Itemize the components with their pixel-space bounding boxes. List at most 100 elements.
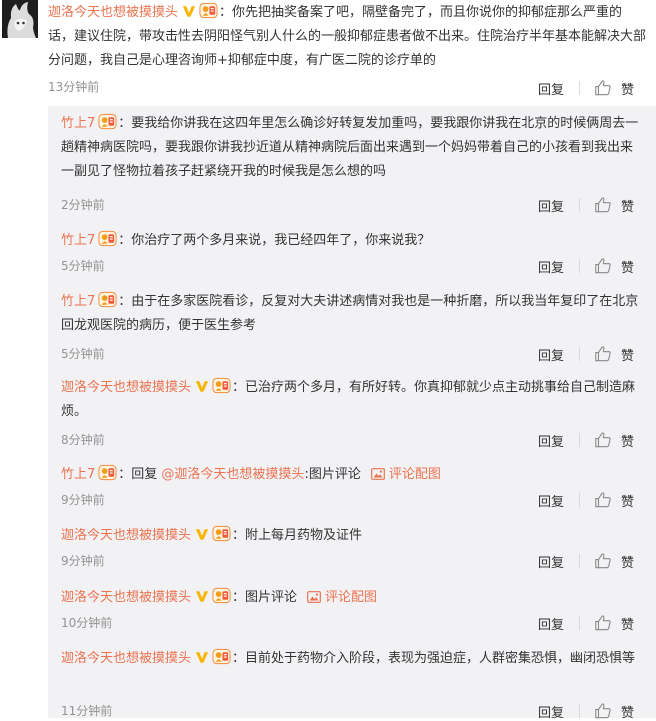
timestamp: 9分钟前 [61,554,105,568]
fan-badge-icon [98,291,117,308]
reply-list: 竹上7 ：要我给你讲我在这四年里怎么确诊好转复发加重吗，要我跟你讲我在北京的时候俩… [48,106,656,721]
like-icon[interactable] [594,196,612,213]
timestamp: 8分钟前 [61,433,105,447]
like-button[interactable]: 赞 [621,257,634,276]
username-link[interactable]: 迦洛今天也想被摸摸头 [48,5,178,20]
timestamp: 13分钟前 [48,80,100,94]
mention-link[interactable]: @迦洛今天也想被摸摸头 [161,467,304,482]
like-icon[interactable] [594,257,612,274]
main-comment: 迦洛今天也想被摸摸头 ：你先把抽奖备案了吧，隔壁备完了，而且你说你的抑郁症那么严重… [0,0,656,100]
like-button[interactable]: 赞 [621,431,634,450]
username-link[interactable]: 竹上7 [61,233,95,248]
reply-prefix: ：回复 [118,467,162,482]
reply-item: 迦洛今天也想被摸摸头 ：已治疗两个多月，有所好转。你真抑郁就少点主动挑事给自己制造… [48,376,656,452]
fan-badge-icon [98,464,117,481]
like-icon[interactable] [594,431,612,448]
username-link[interactable]: 竹上7 [61,467,95,482]
like-icon[interactable] [594,345,612,362]
fan-badge-icon [98,230,117,247]
reply-button[interactable]: 回复 [538,552,564,571]
timestamp: 5分钟前 [61,259,105,273]
like-button[interactable]: 赞 [621,196,634,215]
verified-v-icon [195,380,209,393]
reply-item: 迦洛今天也想被摸摸头 ：图片评论 评论配图 10分钟前 回复 赞 [48,586,656,638]
action-divider [579,554,580,568]
reply-text: 竹上7 ：你治疗了两个多月来说，我已经四年了，你来说我？ [61,229,641,253]
reply-button[interactable]: 回复 [538,79,564,98]
reply-item: 竹上7 ：要我给你讲我在这四年里怎么确诊好转复发加重吗，要我跟你讲我在北京的时候俩… [48,112,656,215]
verified-v-icon [195,528,209,541]
like-button[interactable]: 赞 [621,614,634,633]
action-divider [579,616,580,630]
reply-item: 竹上7 ：回复 @迦洛今天也想被摸摸头:图片评论 评论配图 9分钟前 回复 赞 [48,463,656,515]
like-button[interactable]: 赞 [621,552,634,571]
verified-v-icon [195,651,209,664]
reply-content: ：目前处于药物介入阶段，表现为强迫症，人群密集恐惧，幽闭恐惧等 [232,651,636,666]
comment-image-link[interactable]: 评论配图 [389,467,441,482]
like-icon[interactable] [594,79,612,96]
reply-prefix: ：图片评论 [232,590,298,605]
reply-button[interactable]: 回复 [538,614,564,633]
fan-badge-icon [199,2,218,19]
fan-badge-icon [212,525,231,542]
reply-item: 迦洛今天也想被摸摸头 ：目前处于药物介入阶段，表现为强迫症，人群密集恐惧，幽闭恐惧… [48,647,656,721]
timestamp: 9分钟前 [61,493,105,507]
reply-text: 迦洛今天也想被摸摸头 ：附上每月药物及证件 [61,524,641,548]
reply-content: ：由于在多家医院看诊，反复对大夫讲述病情对我也是一种折磨，所以我当年复印了在北京… [61,294,639,333]
reply-button[interactable]: 回复 [538,702,564,721]
username-link[interactable]: 竹上7 [61,116,95,131]
reply-item: 竹上7 ：你治疗了两个多月来说，我已经四年了，你来说我？ 5分钟前 回复 赞 [48,229,656,281]
fan-badge-icon [212,377,231,394]
image-icon [307,591,321,603]
reply-button[interactable]: 回复 [538,196,564,215]
action-divider [579,704,580,718]
reply-text: 迦洛今天也想被摸摸头 ：目前处于药物介入阶段，表现为强迫症，人群密集恐惧，幽闭恐惧… [61,647,641,671]
username-link[interactable]: 迦洛今天也想被摸摸头 [61,528,191,543]
like-button[interactable]: 赞 [621,702,634,721]
verified-v-icon [182,5,196,18]
timestamp: 11分钟前 [61,704,113,718]
verified-v-icon [195,590,209,603]
reply-text: 竹上7 ：要我给你讲我在这四年里怎么确诊好转复发加重吗，要我跟你讲我在北京的时候俩… [61,112,641,184]
username-link[interactable]: 竹上7 [61,294,95,309]
reply-button[interactable]: 回复 [538,491,564,510]
like-icon[interactable] [594,552,612,569]
username-link[interactable]: 迦洛今天也想被摸摸头 [61,380,191,395]
action-divider [579,259,580,273]
avatar[interactable] [2,0,38,38]
reply-item: 竹上7 ：由于在多家医院看诊，反复对大夫讲述病情对我也是一种折磨，所以我当年复印了… [48,290,656,366]
like-icon[interactable] [594,702,612,719]
fan-badge-icon [212,587,231,604]
timestamp: 2分钟前 [61,198,105,212]
action-divider [579,493,580,507]
username-link[interactable]: 迦洛今天也想被摸摸头 [61,590,191,605]
reply-content: ：要我给你讲我在这四年里怎么确诊好转复发加重吗，要我跟你讲我在北京的时候俩周去一… [61,116,639,179]
reply-item: 迦洛今天也想被摸摸头 ：附上每月药物及证件 9分钟前 回复 赞 [48,524,656,576]
reply-button[interactable]: 回复 [538,257,564,276]
username-link[interactable]: 迦洛今天也想被摸摸头 [61,651,191,666]
like-icon[interactable] [594,614,612,631]
action-divider [579,198,580,212]
reply-text: 竹上7 ：回复 @迦洛今天也想被摸摸头:图片评论 评论配图 [61,463,641,487]
like-icon[interactable] [594,491,612,508]
image-icon [371,468,385,480]
comment-thread: 迦洛今天也想被摸摸头 ：你先把抽奖备案了吧，隔壁备完了，而且你说你的抑郁症那么严重… [0,0,656,721]
reply-content: ：附上每月药物及证件 [232,528,363,543]
comment-image-link[interactable]: 评论配图 [325,590,377,605]
fan-badge-icon [212,648,231,665]
fan-badge-icon [98,113,117,130]
main-comment-text: 迦洛今天也想被摸摸头 ：你先把抽奖备案了吧，隔壁备完了，而且你说你的抑郁症那么严重… [48,1,648,73]
like-button[interactable]: 赞 [621,79,634,98]
like-button[interactable]: 赞 [621,345,634,364]
timestamp: 10分钟前 [61,616,113,630]
reply-text: 迦洛今天也想被摸摸头 ：图片评论 评论配图 [61,586,641,610]
reply-button[interactable]: 回复 [538,345,564,364]
reply-button[interactable]: 回复 [538,431,564,450]
action-divider [579,433,580,447]
action-divider [579,347,580,361]
like-button[interactable]: 赞 [621,491,634,510]
reply-content: ：你治疗了两个多月来说，我已经四年了，你来说我？ [118,233,431,248]
reply-text: 迦洛今天也想被摸摸头 ：已治疗两个多月，有所好转。你真抑郁就少点主动挑事给自己制造… [61,376,641,424]
timestamp: 5分钟前 [61,347,105,361]
action-divider [579,81,580,95]
